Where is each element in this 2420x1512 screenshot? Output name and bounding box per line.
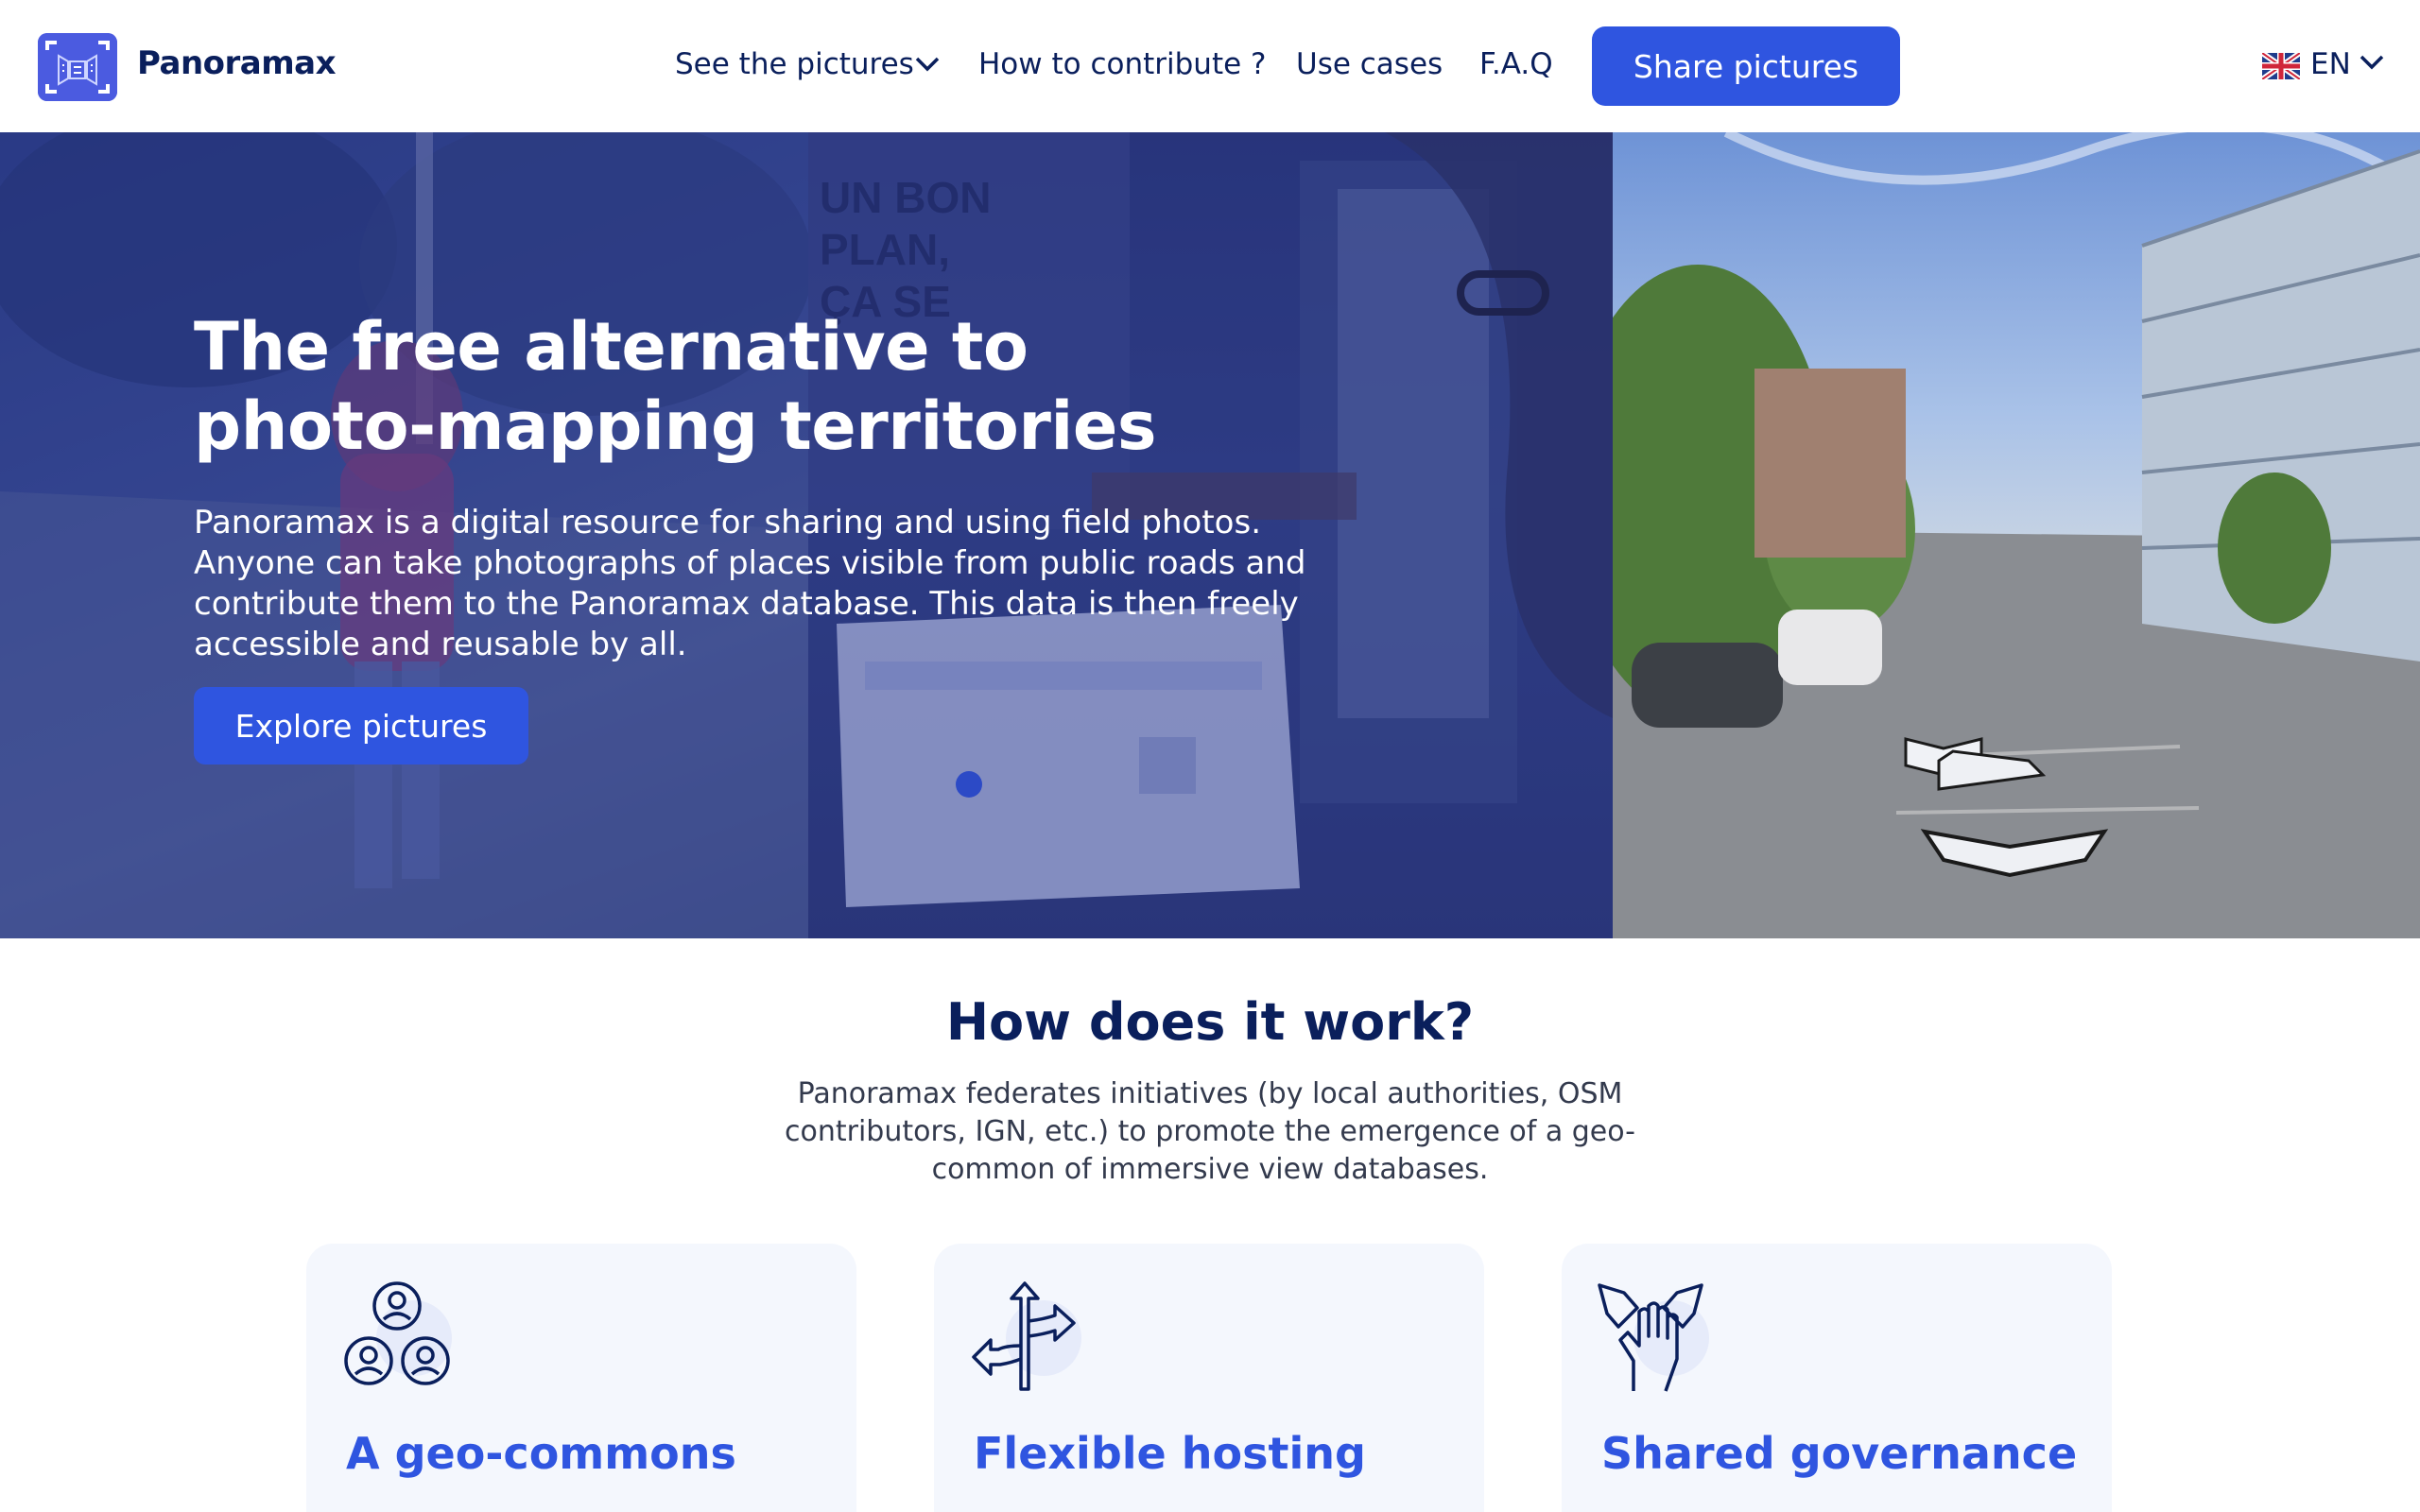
nav-use-cases[interactable]: Use cases bbox=[1296, 47, 1443, 81]
feature-card-title: Shared governance bbox=[1601, 1428, 2078, 1479]
nav-faq[interactable]: F.A.Q bbox=[1479, 47, 1553, 81]
how-it-works-description: Panoramax federates initiatives (by loca… bbox=[785, 1077, 1635, 1186]
feature-card-title: A geo-commons bbox=[346, 1428, 736, 1479]
how-it-works-title: How does it work? bbox=[945, 992, 1475, 1052]
feature-card-shared-governance: Shared governance bbox=[1562, 1244, 2112, 1512]
nav-see-pictures-label: See the pictures bbox=[675, 47, 914, 81]
uk-flag-icon bbox=[2262, 53, 2300, 79]
hero-description: Panoramax is a digital resource for shar… bbox=[194, 504, 1306, 663]
brand-name[interactable]: Panoramax bbox=[137, 44, 337, 82]
feature-card-geo-commons: A geo-commons bbox=[306, 1244, 856, 1512]
hero-section: UN BON PLAN, ÇA SE The free alternative … bbox=[0, 132, 2420, 938]
language-selector[interactable]: EN bbox=[2310, 47, 2351, 81]
directions-arrows-icon bbox=[972, 1281, 1081, 1391]
nav-see-pictures[interactable]: See the pictures bbox=[675, 47, 940, 81]
feature-card-flexible-hosting: Flexible hosting bbox=[934, 1244, 1484, 1512]
panoramax-logo-icon[interactable] bbox=[38, 33, 117, 101]
handshake-hands-icon bbox=[1598, 1283, 1709, 1392]
chevron-down-icon[interactable] bbox=[2360, 55, 2384, 70]
nav-how-to-contribute[interactable]: How to contribute ? bbox=[978, 47, 1267, 81]
share-pictures-button[interactable]: Share pictures bbox=[1592, 26, 1900, 106]
chevron-down-icon bbox=[915, 57, 940, 72]
hero-title: The free alternative to photo-mapping te… bbox=[194, 308, 1157, 465]
street-view-photo[interactable] bbox=[1565, 132, 2420, 938]
feature-card-title: Flexible hosting bbox=[974, 1428, 1366, 1479]
explore-pictures-button[interactable]: Explore pictures bbox=[194, 687, 528, 765]
site-header: Panoramax See the pictures How to contri… bbox=[0, 0, 2420, 132]
community-icon bbox=[344, 1281, 452, 1385]
